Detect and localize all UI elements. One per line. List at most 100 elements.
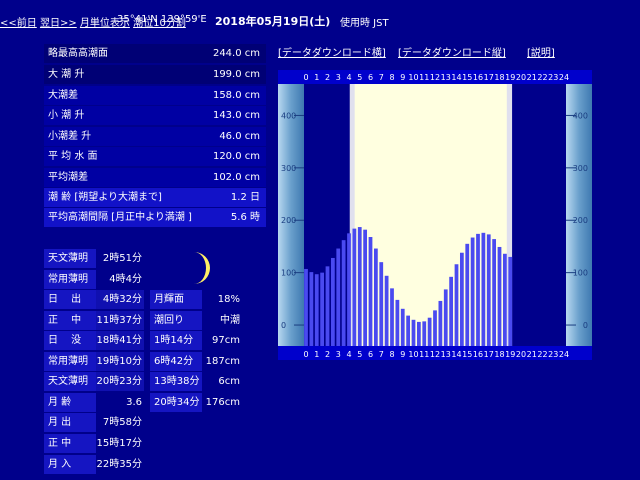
tide-bar: [395, 299, 400, 346]
sunset-value: 18時41分: [96, 331, 144, 350]
x-tick-label: 15: [462, 350, 472, 359]
next-day-link[interactable]: 翌日>>: [40, 18, 77, 29]
download-vertical-link[interactable]: [データダウンロード縦]: [398, 44, 506, 59]
x-tick-label: 2: [325, 73, 330, 82]
tide-bar: [357, 227, 362, 346]
x-tick-label: 19: [505, 73, 515, 82]
moon-age-label: 月 齢: [44, 393, 96, 412]
astro-twilight-am-label: 天文薄明: [44, 249, 96, 268]
x-tick-label: 5: [357, 73, 362, 82]
astro-twilight-pm-label: 天文薄明: [44, 372, 96, 391]
moon-transit-value: 15時17分: [96, 438, 142, 449]
x-tick-label: 18: [494, 350, 504, 359]
x-tick-label: 19: [505, 350, 515, 359]
tide-bar: [309, 272, 314, 346]
moon-illumination-value: 18%: [217, 294, 240, 305]
tide-chart: 400 400300 300200 200100 1000 000112233445566…: [278, 70, 592, 360]
tide-bar: [422, 321, 427, 346]
x-tick-label: 6: [368, 73, 373, 82]
info-row: 平均潮差 102.0 cm: [44, 168, 266, 187]
x-tick-label: 10: [408, 73, 418, 82]
x-tick-label: 3: [336, 73, 341, 82]
x-tick-label: 9: [400, 350, 405, 359]
x-tick-label: 24: [559, 350, 569, 359]
info-row: 略最高高潮面 244.0 cm: [44, 44, 266, 63]
tide-bar: [341, 240, 346, 346]
prev-day-link[interactable]: <<前日: [0, 18, 37, 29]
x-tick-label: 0: [303, 350, 308, 359]
tide-bar: [325, 266, 330, 346]
tide-bar: [304, 268, 308, 346]
info-row: 小潮差 升 46.0 cm: [44, 127, 266, 146]
x-tick-label: 22: [537, 73, 547, 82]
y-tick-label: 400: [573, 111, 588, 120]
y-tick-label: 200: [573, 216, 588, 225]
tide-bar: [347, 233, 351, 346]
tide-bar: [320, 272, 325, 346]
x-tick-label: 20: [516, 73, 526, 82]
tide-bar: [411, 319, 416, 346]
civil-twilight-am-label: 常用薄明: [44, 270, 96, 289]
y-tick-label: 100: [281, 269, 296, 278]
left-scale: [278, 84, 304, 346]
x-tick-label: 17: [484, 73, 494, 82]
tide-height: 176cm: [205, 397, 240, 408]
tide-bar: [449, 276, 454, 346]
x-tick-label: 12: [430, 350, 440, 359]
x-tick-label: 23: [548, 73, 558, 82]
tide-bar: [481, 232, 486, 346]
x-tick-label: 21: [527, 350, 537, 359]
astro-twilight-pm-value: 20時23分: [96, 372, 144, 391]
sun-transit-value: 11時37分: [96, 311, 144, 330]
sunset-label: 日 没: [44, 331, 96, 350]
info-row: 平均高潮間隔 [月正中より満潮 ] 5.6 時: [44, 208, 266, 227]
moon-illumination-label: 月輝面: [150, 290, 202, 309]
x-tick-label: 16: [473, 350, 483, 359]
x-tick-label: 4: [346, 350, 351, 359]
tide-bar: [363, 229, 368, 346]
tide-bar: [368, 237, 373, 346]
x-tick-label: 6: [368, 350, 373, 359]
y-tick-label: 0: [583, 321, 588, 330]
tide-bar: [400, 308, 405, 346]
y-tick-label: 100: [573, 269, 588, 278]
x-tick-label: 15: [462, 73, 472, 82]
tide-bar: [438, 300, 443, 346]
y-tick-label: 200: [281, 216, 296, 225]
moonset-value: 22時35分: [96, 459, 142, 470]
x-tick-label: 7: [379, 350, 384, 359]
x-tick-label: 23: [548, 350, 558, 359]
tide-cycle-value: 中潮: [220, 315, 240, 326]
download-horizontal-link[interactable]: [データダウンロード横]: [278, 44, 386, 59]
x-tick-label: 2: [325, 350, 330, 359]
tide-bar: [373, 248, 378, 346]
x-tick-label: 4: [346, 73, 351, 82]
info-row: 小 潮 升 143.0 cm: [44, 106, 266, 125]
tide-bar: [433, 310, 437, 346]
tide-bar: [352, 228, 357, 346]
x-tick-label: 17: [484, 350, 494, 359]
x-tick-label: 13: [441, 73, 451, 82]
astro-twilight-am-value: 2時51分: [102, 253, 142, 264]
moon-age-value: 3.6: [126, 397, 142, 408]
tide-bar: [379, 262, 384, 346]
tide-bar: [486, 234, 491, 346]
info-row: 大潮差 158.0 cm: [44, 86, 266, 105]
tide-bar: [497, 246, 502, 346]
x-tick-label: 11: [419, 350, 429, 359]
tide-bar: [470, 237, 475, 346]
moon-transit-label: 正 中: [44, 434, 96, 453]
tide-bar: [459, 252, 464, 346]
moonrise-label: 月 出: [44, 413, 96, 432]
moonrise-value: 7時58分: [102, 417, 142, 428]
civil-twilight-pm-value: 19時10分: [96, 352, 144, 371]
x-tick-label: 14: [451, 350, 461, 359]
x-tick-label: 5: [357, 350, 362, 359]
x-tick-label: 9: [400, 73, 405, 82]
x-tick-label: 13: [441, 350, 451, 359]
tide-time: 1時14分: [150, 331, 202, 350]
info-row: 大 潮 升 199.0 cm: [44, 65, 266, 84]
y-tick-label: 0: [281, 321, 286, 330]
explanation-link[interactable]: [説明]: [527, 44, 555, 59]
tide-time: 13時38分: [150, 372, 202, 391]
